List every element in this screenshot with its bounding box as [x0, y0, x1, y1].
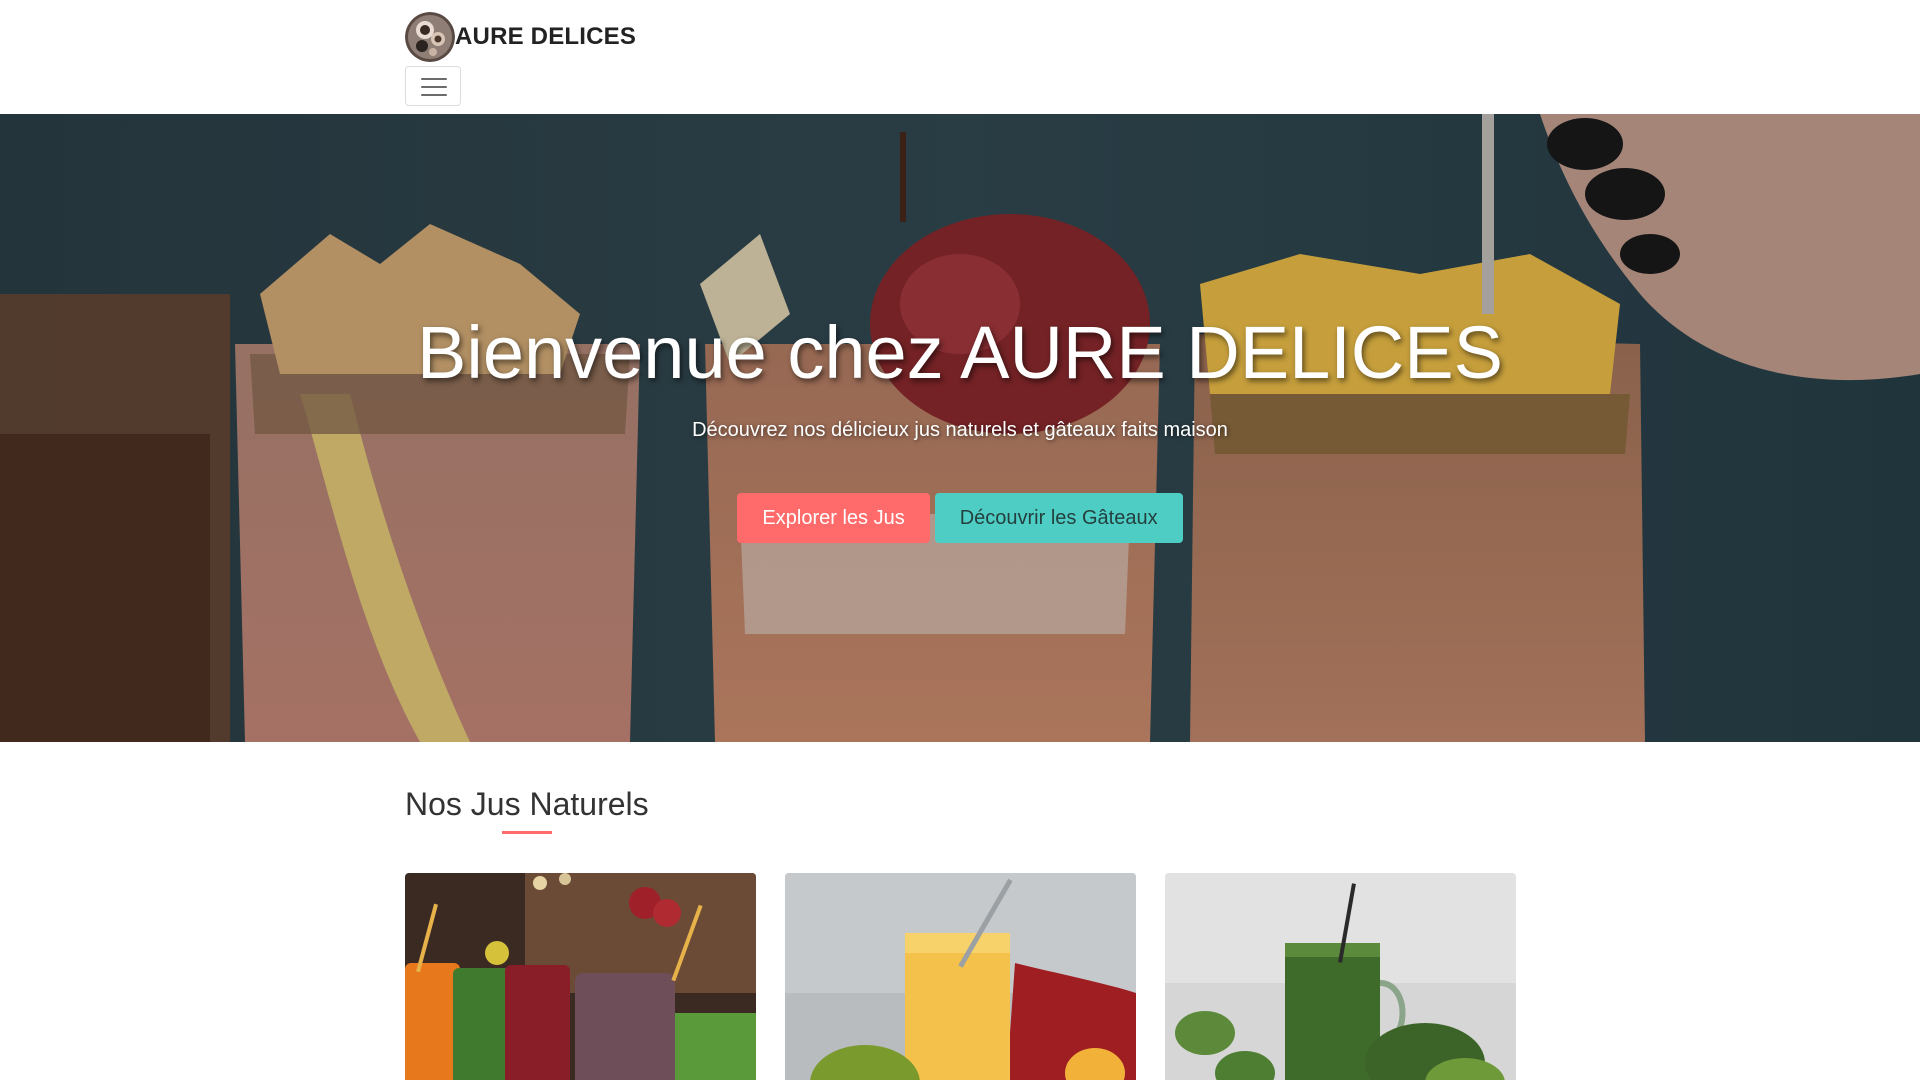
hero-subtitle: Découvrez nos délicieux jus naturels et … — [692, 419, 1228, 441]
green-juice-jar-photo — [1165, 873, 1516, 1080]
hero-banner: Bienvenue chez AURE DELICES Découvrez no… — [0, 114, 1920, 742]
hero-title: Bienvenue chez AURE DELICES — [417, 311, 1503, 394]
juice-card[interactable] — [785, 873, 1136, 1080]
hamburger-menu-icon — [421, 78, 447, 96]
cake-plate-logo-icon — [405, 12, 455, 62]
section-title-underline — [502, 831, 552, 834]
mango-smoothie-photo — [785, 873, 1136, 1080]
discover-cakes-button[interactable]: Découvrir les Gâteaux — [934, 493, 1183, 543]
explore-juices-button[interactable]: Explorer les Jus — [737, 493, 930, 543]
brand-name: AURE DELICES — [455, 23, 637, 50]
assorted-juice-jars-photo — [405, 873, 756, 1080]
juice-card[interactable] — [1165, 873, 1516, 1080]
menu-toggle-button[interactable] — [405, 66, 461, 106]
juices-section-title: Nos Jus Naturels — [405, 786, 649, 822]
hero-button-group: Explorer les Jus Découvrir les Gâteaux — [0, 493, 1920, 543]
brand-link[interactable]: AURE DELICES — [405, 12, 636, 62]
brand-logo — [405, 12, 455, 62]
navbar: AURE DELICES — [0, 0, 1920, 114]
juice-card[interactable] — [405, 873, 756, 1080]
